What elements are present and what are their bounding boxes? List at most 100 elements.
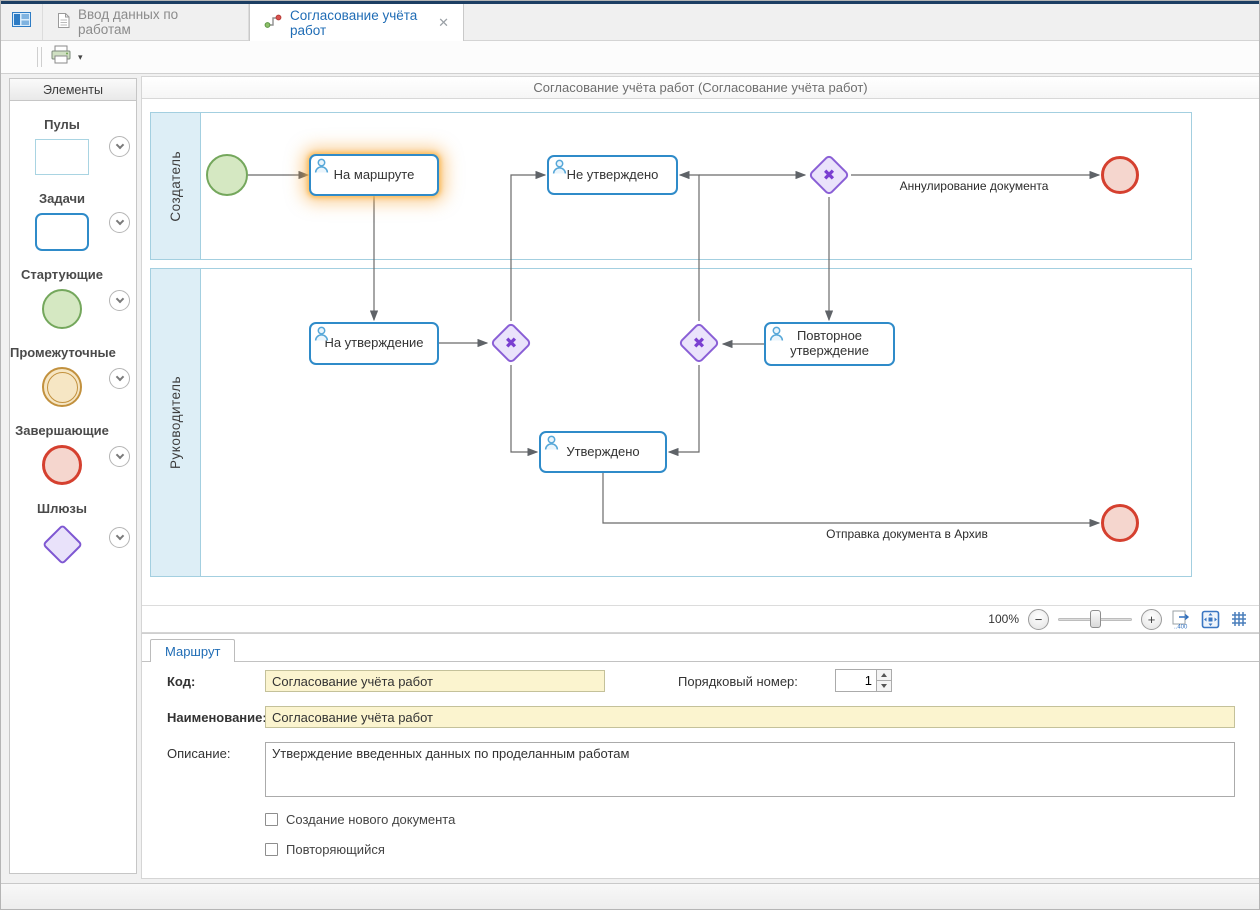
description-label: Описание: [167, 746, 230, 761]
gateway-node-top[interactable]: ✖ [807, 153, 851, 197]
intermediate-event-shape[interactable] [42, 367, 82, 407]
chevron-down-icon [115, 295, 123, 303]
stepper-down-button[interactable] [877, 680, 891, 691]
tab-data-entry[interactable]: Ввод данных по работам [43, 4, 249, 40]
print-button[interactable] [50, 45, 72, 70]
palette-item-tasks: Задачи [10, 175, 136, 251]
document-tab-bar: Ввод данных по работам Согласование учёт… [1, 4, 1259, 41]
elements-palette: Элементы Пулы Задачи Стартующие Промежут… [9, 78, 137, 874]
window-list-button[interactable] [1, 4, 43, 40]
user-icon [769, 326, 784, 345]
user-icon [552, 159, 567, 178]
main-toolbar: ▾ [1, 41, 1259, 74]
palette-item-label: Стартующие [10, 267, 114, 282]
chevron-down-icon [115, 532, 123, 540]
task-label: Утверждено [566, 445, 639, 460]
zoom-100-icon: ..400 [1171, 610, 1191, 629]
edge-label-annulment: Аннулирование документа [879, 179, 1069, 193]
code-input[interactable] [265, 670, 605, 692]
svg-text:..400: ..400 [1174, 624, 1188, 629]
task-label: Не утверждено [567, 168, 659, 183]
palette-item-intermediate-events: Промежуточные [10, 329, 136, 407]
zoom-slider-handle[interactable] [1090, 610, 1101, 628]
task-shape[interactable] [35, 213, 89, 251]
fit-to-window-button[interactable] [1200, 610, 1220, 629]
task-label: На утверждение [324, 336, 423, 351]
task-node-repeat-approval[interactable]: Повторное утверждение [764, 322, 895, 366]
document-icon [57, 13, 70, 31]
workflow-icon [264, 14, 282, 32]
order-number-label: Порядковый номер: [678, 674, 798, 689]
exclusive-gateway-x-icon: ✖ [823, 166, 836, 184]
task-node-for-approval[interactable]: На утверждение [309, 322, 439, 365]
user-icon [314, 158, 329, 177]
window-grid-icon [12, 12, 31, 32]
end-event-node-annul[interactable] [1101, 156, 1139, 194]
name-input[interactable] [265, 706, 1235, 728]
checkbox-row-recurring: Повторяющийся [265, 842, 385, 857]
palette-item-gateways: Шлюзы [10, 485, 136, 566]
close-icon[interactable]: ✕ [438, 16, 449, 29]
checkbox-row-new-document: Создание нового документа [265, 812, 455, 827]
zoom-out-button[interactable]: − [1028, 609, 1049, 630]
zoom-slider[interactable] [1058, 610, 1132, 628]
status-bar [1, 883, 1259, 909]
gateway-node-left[interactable]: ✖ [489, 321, 533, 365]
start-event-node[interactable] [206, 154, 248, 196]
intermediate-events-dropdown-button[interactable] [109, 368, 130, 389]
zoom-in-button[interactable]: + [1141, 609, 1162, 630]
recurring-checkbox[interactable] [265, 843, 278, 856]
description-input[interactable]: Утверждение введенных данных по проделан… [265, 742, 1235, 797]
task-node-on-route[interactable]: На маршруте [309, 154, 439, 196]
name-label: Наименование: [167, 710, 267, 725]
zoom-100-button[interactable]: ..400 [1171, 610, 1191, 629]
tab-route-approval[interactable]: Согласование учёта работ ✕ [249, 4, 464, 41]
order-number-input[interactable] [835, 669, 876, 692]
checkbox-label: Создание нового документа [286, 812, 455, 827]
new-document-checkbox[interactable] [265, 813, 278, 826]
stepper-up-button[interactable] [877, 670, 891, 680]
start-event-shape[interactable] [42, 289, 82, 329]
printer-icon [50, 45, 72, 70]
task-node-not-approved[interactable]: Не утверждено [547, 155, 678, 195]
exclusive-gateway-x-icon: ✖ [505, 334, 518, 352]
gateway-node-right[interactable]: ✖ [677, 321, 721, 365]
palette-item-label: Промежуточные [10, 345, 114, 360]
palette-item-end-events: Завершающие [10, 407, 136, 485]
diagram-canvas[interactable]: Согласование учёта работ (Согласование у… [141, 76, 1260, 633]
tasks-dropdown-button[interactable] [109, 212, 130, 233]
grid-toggle-button[interactable] [1229, 610, 1249, 629]
lane-label-band: Создатель [151, 113, 201, 259]
pools-dropdown-button[interactable] [109, 136, 130, 157]
end-events-dropdown-button[interactable] [109, 446, 130, 467]
task-label: Повторное утверждение [774, 329, 885, 359]
print-dropdown-caret-icon[interactable]: ▾ [78, 52, 83, 63]
task-label: На маршруте [334, 168, 415, 183]
gateways-dropdown-button[interactable] [109, 527, 130, 548]
start-events-dropdown-button[interactable] [109, 290, 130, 311]
task-node-approved[interactable]: Утверждено [539, 431, 667, 473]
user-icon [544, 435, 559, 454]
lane-label-band: Руководитель [151, 269, 201, 576]
tabstrip-baseline [142, 661, 1259, 662]
exclusive-gateway-x-icon: ✖ [693, 334, 706, 352]
end-event-node-archive[interactable] [1101, 504, 1139, 542]
end-event-shape[interactable] [42, 445, 82, 485]
application-window: Ввод данных по работам Согласование учёт… [0, 0, 1260, 910]
toolbar-separator [37, 47, 42, 67]
properties-panel: Маршрут Код: Порядковый номер: Наименова… [141, 633, 1260, 879]
palette-item-start-events: Стартующие [10, 251, 136, 329]
order-number-stepper [835, 669, 892, 692]
lane-manager[interactable]: Руководитель [150, 268, 1192, 577]
fit-to-window-icon [1201, 610, 1220, 629]
grid-icon [1230, 610, 1248, 628]
edge-label-archive: Отправка документа в Архив [812, 527, 1002, 541]
code-label: Код: [167, 674, 195, 689]
palette-item-label: Завершающие [10, 423, 114, 438]
pool-shape[interactable] [35, 139, 89, 175]
zoom-toolbar: 100% − + ..400 [142, 605, 1259, 632]
tab-route[interactable]: Маршрут [150, 639, 235, 662]
tab-label: Ввод данных по работам [78, 7, 234, 37]
triangle-up-icon [881, 673, 887, 677]
gateway-shape[interactable] [41, 524, 82, 565]
